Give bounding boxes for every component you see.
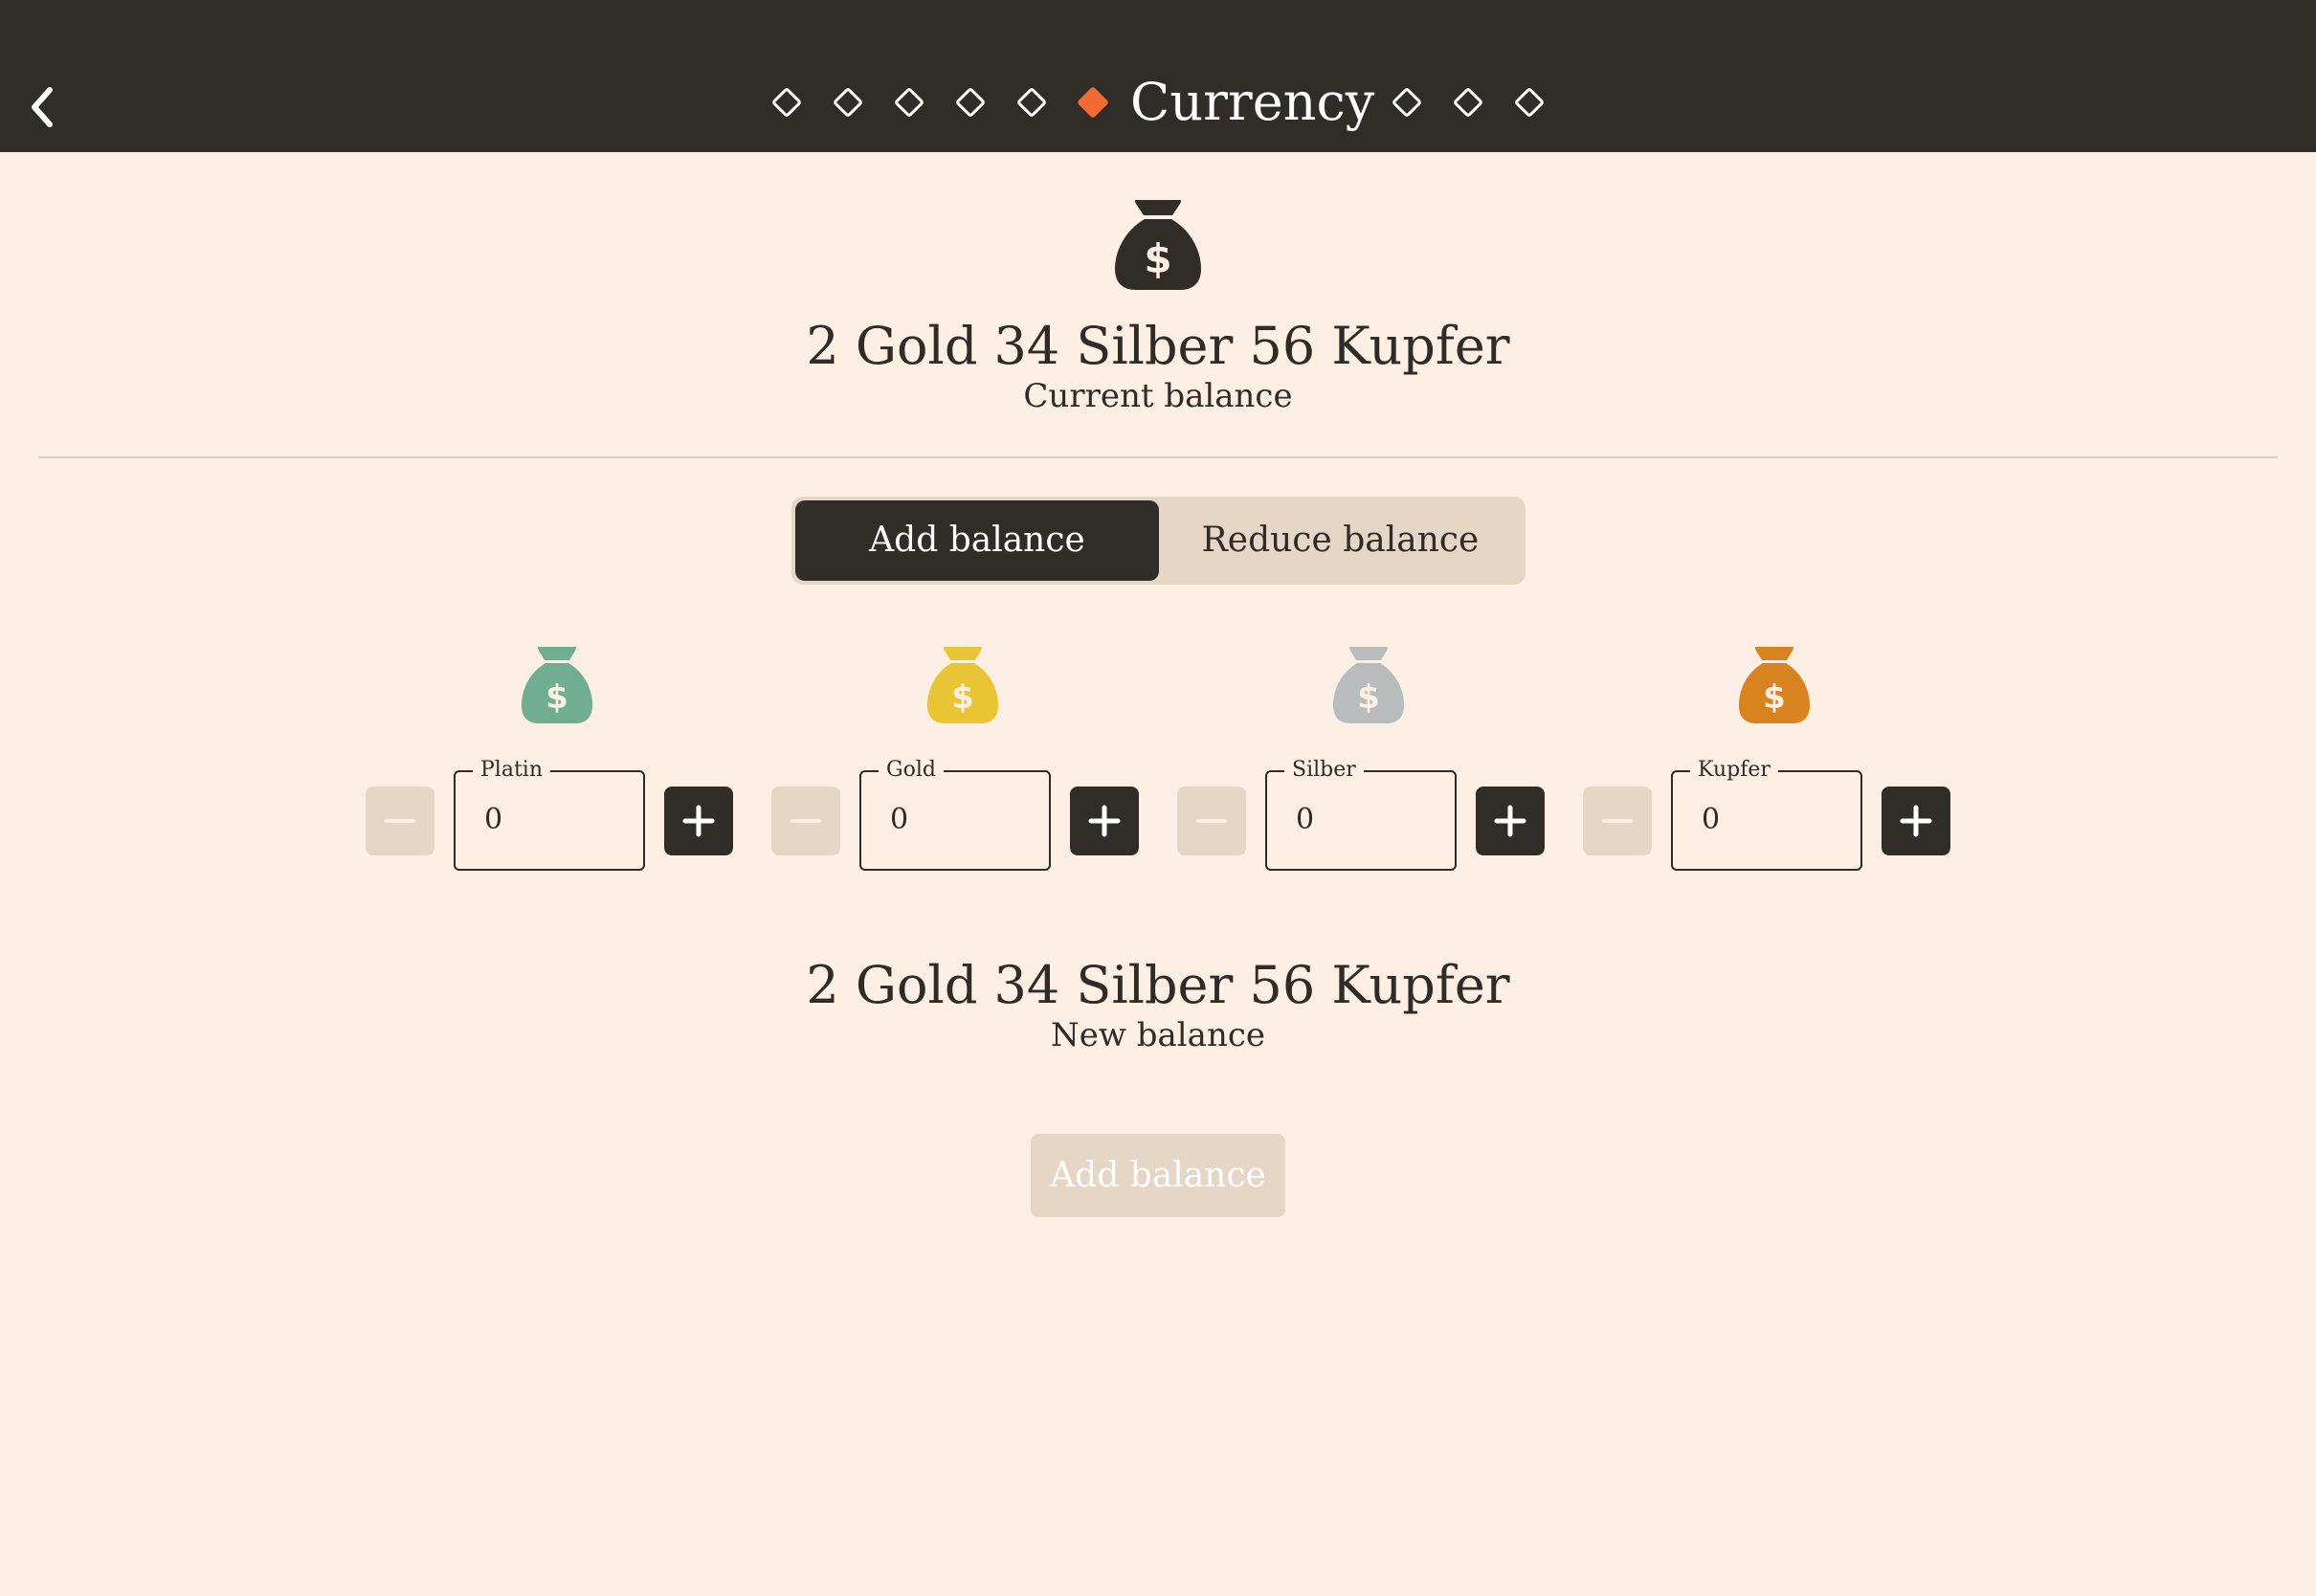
kupfer-label: Kupfer xyxy=(1690,758,1778,783)
plus-icon xyxy=(682,805,715,837)
plus-icon xyxy=(1494,805,1526,837)
money-bag-icon: $ xyxy=(1737,645,1812,725)
gold-label: Gold xyxy=(879,758,944,783)
top-bar: Currency xyxy=(0,0,2316,152)
svg-text:$: $ xyxy=(951,678,974,717)
platin-value: 0 xyxy=(484,803,503,836)
step-3[interactable] xyxy=(890,83,928,122)
kupfer-input[interactable]: Kupfer 0 xyxy=(1671,758,1862,871)
svg-text:$: $ xyxy=(1763,678,1786,717)
platin-decrement-button[interactable] xyxy=(366,787,434,855)
step-2[interactable] xyxy=(829,83,867,122)
diamond-icon xyxy=(1515,88,1544,117)
platin-input[interactable]: Platin 0 xyxy=(454,758,645,871)
step-4[interactable] xyxy=(951,83,990,122)
gold-input[interactable]: Gold 0 xyxy=(859,758,1051,871)
step-active[interactable] xyxy=(1074,83,1112,122)
step-8[interactable] xyxy=(1449,83,1487,122)
minus-icon xyxy=(1602,819,1633,823)
reduce-balance-tab[interactable]: Reduce balance xyxy=(1159,500,1522,581)
money-bag-icon: $ xyxy=(1113,196,1203,292)
gold-increment-button[interactable] xyxy=(1070,787,1139,855)
diamond-icon xyxy=(1392,88,1421,117)
plus-icon xyxy=(1088,805,1121,837)
diamond-icon xyxy=(1017,88,1046,117)
diamond-icon xyxy=(1454,88,1482,117)
step-9[interactable] xyxy=(1510,83,1548,122)
svg-text:$: $ xyxy=(546,678,568,717)
diamond-icon xyxy=(772,88,801,117)
money-bag-icon: $ xyxy=(1331,645,1406,725)
current-balance-caption: Current balance xyxy=(1023,377,1293,415)
silber-input[interactable]: Silber 0 xyxy=(1265,758,1457,871)
step-5[interactable] xyxy=(1013,83,1051,122)
page-title: Currency xyxy=(1130,72,1375,132)
money-bag-icon: $ xyxy=(520,645,594,725)
diamond-icon xyxy=(895,88,924,117)
step-indicator: Currency xyxy=(0,69,2316,136)
mode-toggle: Add balance Reduce balance xyxy=(791,497,1525,585)
kupfer-value: 0 xyxy=(1702,803,1721,836)
silber-value: 0 xyxy=(1296,803,1315,836)
coin-platin: $ Platin 0 xyxy=(366,632,771,890)
svg-text:$: $ xyxy=(1144,235,1171,282)
svg-text:$: $ xyxy=(1357,678,1380,717)
add-balance-tab[interactable]: Add balance xyxy=(795,500,1159,581)
minus-icon xyxy=(385,819,415,823)
plus-icon xyxy=(1900,805,1932,837)
diamond-icon xyxy=(834,88,862,117)
submit-add-balance-button[interactable]: Add balance xyxy=(1031,1134,1285,1217)
platin-increment-button[interactable] xyxy=(664,787,733,855)
coin-silber: $ Silber 0 xyxy=(1177,632,1583,890)
coin-kupfer: $ Kupfer 0 xyxy=(1583,632,1989,890)
money-bag-icon: $ xyxy=(925,645,1000,725)
kupfer-decrement-button[interactable] xyxy=(1583,787,1652,855)
kupfer-increment-button[interactable] xyxy=(1882,787,1950,855)
gold-value: 0 xyxy=(890,803,909,836)
silber-label: Silber xyxy=(1284,758,1364,783)
minus-icon xyxy=(791,819,821,823)
silber-increment-button[interactable] xyxy=(1476,787,1545,855)
step-7[interactable] xyxy=(1388,83,1426,122)
diamond-filled-icon xyxy=(1078,87,1108,118)
new-balance-value: 2 Gold 34 Silber 56 Kupfer xyxy=(806,955,1510,1015)
current-balance-value: 2 Gold 34 Silber 56 Kupfer xyxy=(806,316,1510,376)
divider xyxy=(38,456,2278,458)
platin-label: Platin xyxy=(473,758,551,783)
silber-decrement-button[interactable] xyxy=(1177,787,1246,855)
step-1[interactable] xyxy=(768,83,806,122)
gold-decrement-button[interactable] xyxy=(771,787,840,855)
diamond-icon xyxy=(956,88,985,117)
coin-gold: $ Gold 0 xyxy=(771,632,1177,890)
minus-icon xyxy=(1196,819,1227,823)
new-balance-caption: New balance xyxy=(1050,1016,1266,1054)
